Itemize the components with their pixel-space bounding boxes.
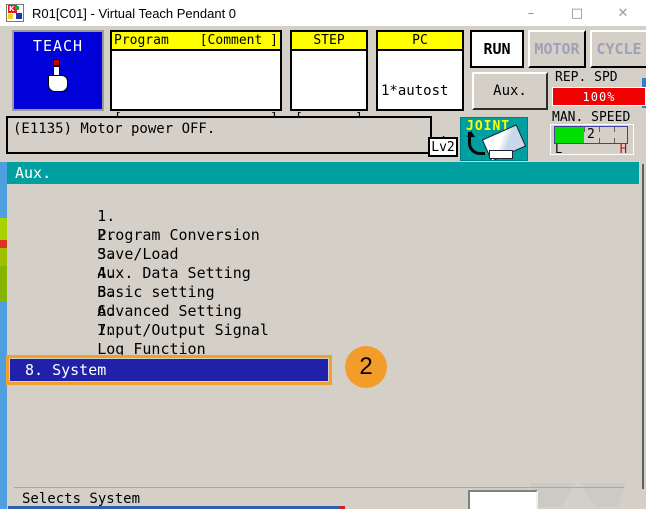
pc-line-1: 1*autost — [381, 83, 449, 99]
virtual-teach-pendant-window: K R01[C01] - Virtual Teach Pendant 0 – □… — [0, 0, 646, 509]
left-color-strip — [0, 162, 7, 509]
minimize-button[interactable]: – — [508, 0, 554, 26]
run-button[interactable]: RUN — [470, 30, 524, 68]
step-panel-header: STEP — [292, 32, 366, 51]
teach-mode-button[interactable]: TEACH — [12, 30, 104, 111]
menu-item-3-num: 3. — [97, 245, 116, 263]
cycle-button[interactable]: CYCLE — [590, 30, 646, 68]
pointing-hand-icon — [45, 59, 71, 93]
man-speed-gauge-fill — [555, 127, 584, 143]
rotation-arrow-head-icon — [467, 131, 475, 137]
status-input-box[interactable] — [468, 490, 538, 509]
menu-item-1-num: 1. — [97, 207, 116, 225]
rep-spd-value: 100% — [552, 87, 646, 106]
window-controls: – □ ✕ — [508, 0, 646, 26]
man-speed-gauge-track: 2 — [554, 126, 628, 144]
mech-mind-watermark: MECH MIND — [520, 481, 640, 509]
program-panel-header: Program [Comment ] — [112, 32, 280, 51]
right-scroll-strip[interactable] — [641, 66, 646, 509]
menu-item-8-system-selected[interactable]: 8. System — [6, 355, 332, 385]
pendant-body: TEACH Program [Comment ] [ ] — [0, 26, 646, 509]
close-button[interactable]: ✕ — [600, 0, 646, 26]
menu-item-4-num: 4. — [97, 264, 116, 282]
pc-panel-header: PC — [378, 32, 462, 51]
aux-button[interactable]: Aux. — [472, 72, 548, 110]
robot-base-icon — [489, 150, 513, 159]
menu-item-5-num: 5. — [97, 283, 116, 301]
man-speed-label: MAN. SPEED — [552, 110, 631, 125]
menu-item-1-label: Program Conversion — [97, 226, 260, 244]
teach-pendant-icon: K — [6, 4, 24, 22]
window-title: R01[C01] - Virtual Teach Pendant 0 — [32, 5, 237, 21]
message-bar: (E1135) Motor power OFF. — [6, 116, 432, 154]
status-text: Selects System — [22, 491, 141, 507]
man-speed-value: 2 — [587, 127, 595, 142]
scrollbar-track[interactable] — [642, 164, 644, 489]
program-panel[interactable]: Program [Comment ] [ ] — [110, 30, 282, 126]
top-status-row: TEACH Program [Comment ] [ ] — [6, 28, 646, 150]
aux-menu-list: 1. Program Conversion 2. Save/Load 3. Au… — [6, 188, 639, 385]
annotation-badge-2: 2 — [345, 346, 387, 388]
teach-label: TEACH — [32, 37, 84, 55]
menu-item-2-num: 2. — [97, 226, 116, 244]
menu-item-7-num: 7. — [97, 321, 116, 339]
menu-item-3-label: Aux. Data Setting — [97, 264, 251, 282]
title-bar: K R01[C01] - Virtual Teach Pendant 0 – □… — [0, 0, 646, 27]
step-panel[interactable]: STEP [ ] — [290, 30, 368, 126]
status-divider — [14, 487, 624, 488]
man-speed-high-label: H — [619, 142, 627, 156]
motor-button[interactable]: MOTOR — [528, 30, 586, 68]
program-header-left: Program — [114, 33, 169, 48]
error-level-badge: Lv2 — [428, 137, 458, 157]
pc-panel[interactable]: PC 1*autost 2*autost — [376, 30, 464, 150]
man-speed-low-label: L — [555, 142, 563, 156]
menu-item-6-num: 6. — [97, 302, 116, 320]
section-header: Aux. — [7, 162, 639, 184]
menu-item-1[interactable]: 1. Program Conversion — [7, 188, 639, 244]
joint-mode-indicator[interactable]: JOINT — [460, 117, 528, 161]
man-speed-gauge[interactable]: 2 L H — [550, 124, 634, 156]
program-header-right: [Comment ] — [199, 33, 278, 48]
maximize-button[interactable]: □ — [554, 0, 600, 26]
menu-item-5-label: Advanced Setting — [97, 302, 242, 320]
menu-item-7-label: Log Function — [97, 340, 206, 358]
rep-spd-label: REP. SPD — [555, 70, 618, 85]
menu-item-6-label: Input/Output Signal — [97, 321, 269, 339]
